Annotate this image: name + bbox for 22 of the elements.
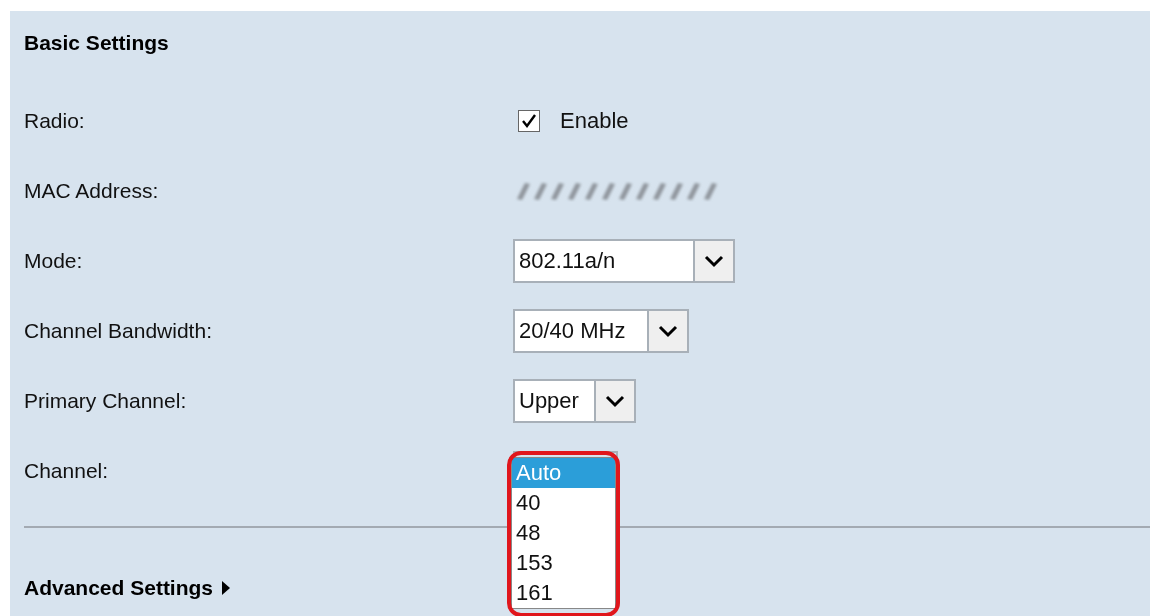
- dropdown-list[interactable]: Auto 40 48 153 161: [511, 457, 616, 609]
- chevron-down-icon: [704, 254, 724, 268]
- dropdown-option[interactable]: 161: [512, 578, 615, 608]
- triangle-right-icon: [221, 581, 232, 595]
- dropdown-select[interactable]: 802.11a/n: [513, 239, 735, 283]
- field-label: Channel:: [24, 459, 110, 483]
- section-title: Basic Settings: [24, 31, 170, 56]
- field-label: Mode:: [24, 249, 84, 273]
- field-label: MAC Address:: [24, 179, 160, 203]
- dropdown-option[interactable]: 48: [512, 518, 615, 548]
- dropdown-select[interactable]: Upper: [513, 379, 636, 423]
- dropdown-option[interactable]: 153: [512, 548, 615, 578]
- dropdown-select[interactable]: 20/40 MHz: [513, 309, 689, 353]
- dropdown-option[interactable]: 40: [512, 488, 615, 518]
- chevron-down-icon: [658, 324, 678, 338]
- field-label: Channel Bandwidth:: [24, 319, 213, 343]
- checkbox[interactable]: [518, 110, 540, 132]
- field-label: Primary Channel:: [24, 389, 188, 413]
- advanced-settings-toggle[interactable]: Advanced Settings: [24, 576, 232, 600]
- checkbox-label: Enable: [560, 108, 629, 134]
- chevron-down-icon: [605, 394, 625, 408]
- field-label: Radio:: [24, 109, 86, 133]
